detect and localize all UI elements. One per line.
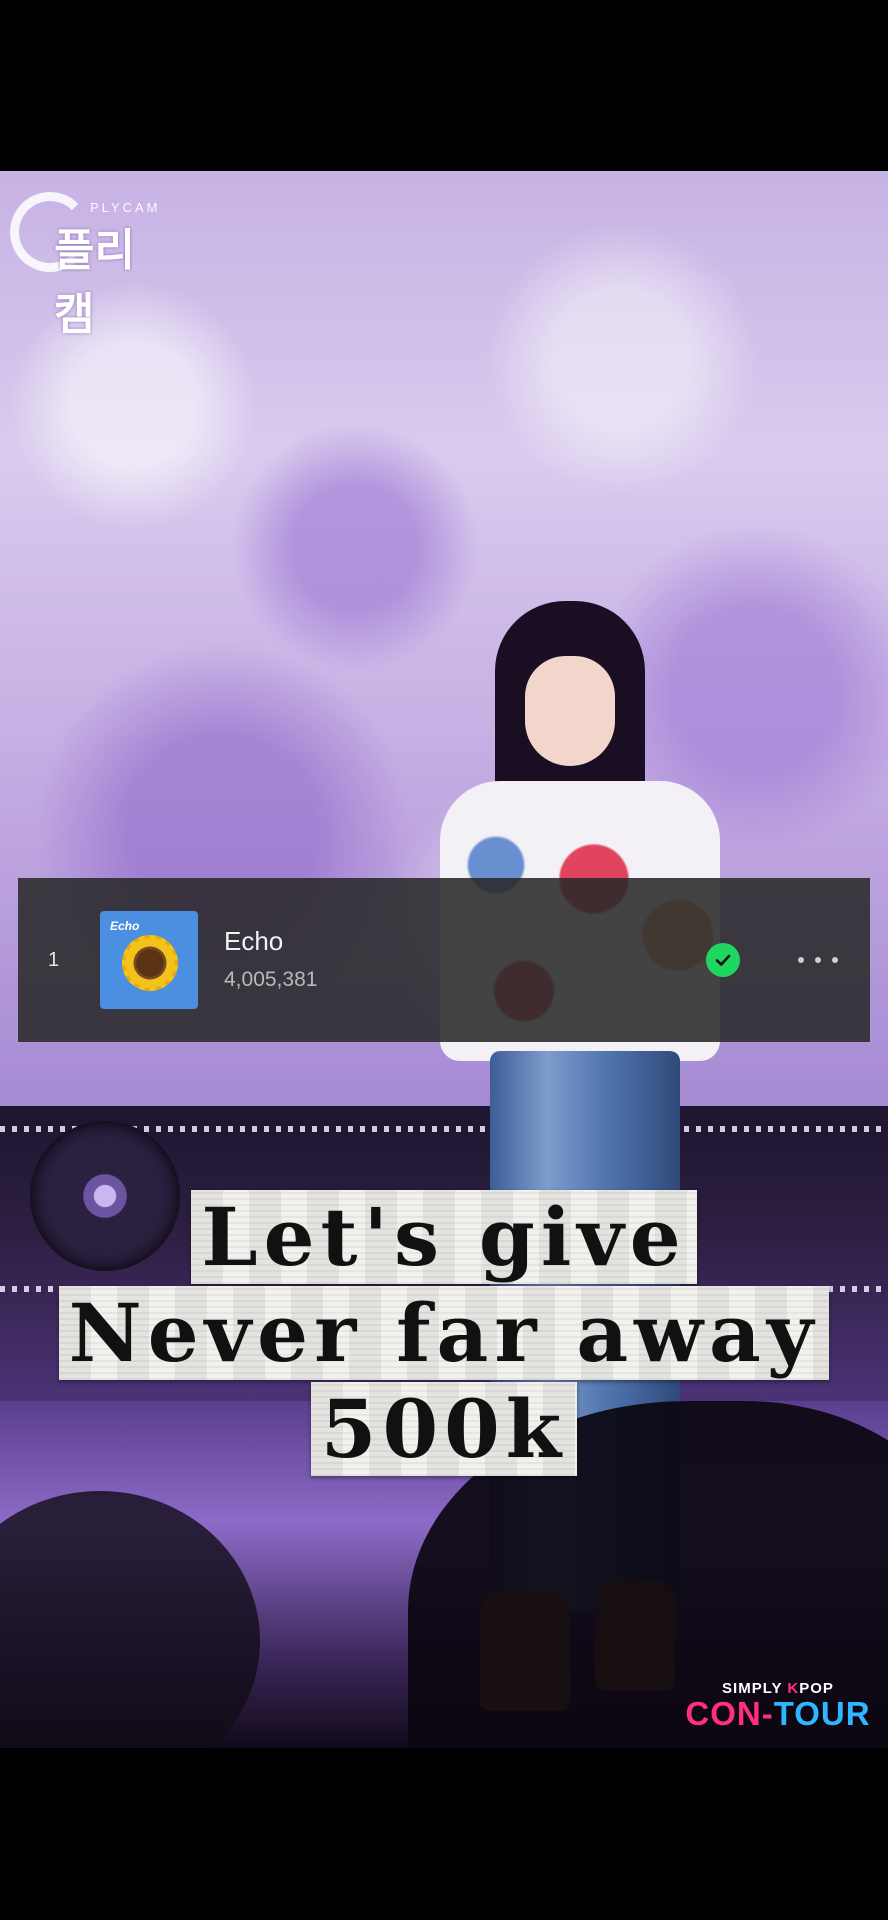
song-title[interactable]: Echo xyxy=(224,926,283,957)
song-play-count: 4,005,381 xyxy=(224,968,318,991)
top-letterbox xyxy=(0,0,888,171)
simply-kpop-contour-logo: SIMPLY KPOP CON-TOUR xyxy=(678,1680,878,1740)
plycam-logo: PLYCAM 플리캠 xyxy=(10,188,170,340)
contour-logo-bottom: CON-TOUR xyxy=(685,1695,871,1732)
check-circle-icon[interactable] xyxy=(706,943,740,977)
caption-overlay: Let's give Never far away 500k xyxy=(0,1190,888,1476)
song-row[interactable]: 1 Echo Echo 4,005,381 xyxy=(18,878,870,1042)
album-art[interactable]: Echo xyxy=(100,911,198,1009)
caption-line-3: 500k xyxy=(311,1382,577,1476)
bottom-letterbox xyxy=(0,1748,888,1920)
plycam-label-ko: 플리캠 xyxy=(54,225,135,340)
performer-face xyxy=(525,656,615,766)
album-art-title: Echo xyxy=(110,919,140,933)
caption-line-2: Never far away xyxy=(59,1286,830,1380)
sunflower-icon xyxy=(122,935,178,991)
more-horizontal-icon[interactable] xyxy=(798,940,838,980)
song-rank: 1 xyxy=(48,949,60,971)
caption-line-1: Let's give xyxy=(191,1190,696,1284)
plycam-label-en: PLYCAM xyxy=(90,200,161,215)
